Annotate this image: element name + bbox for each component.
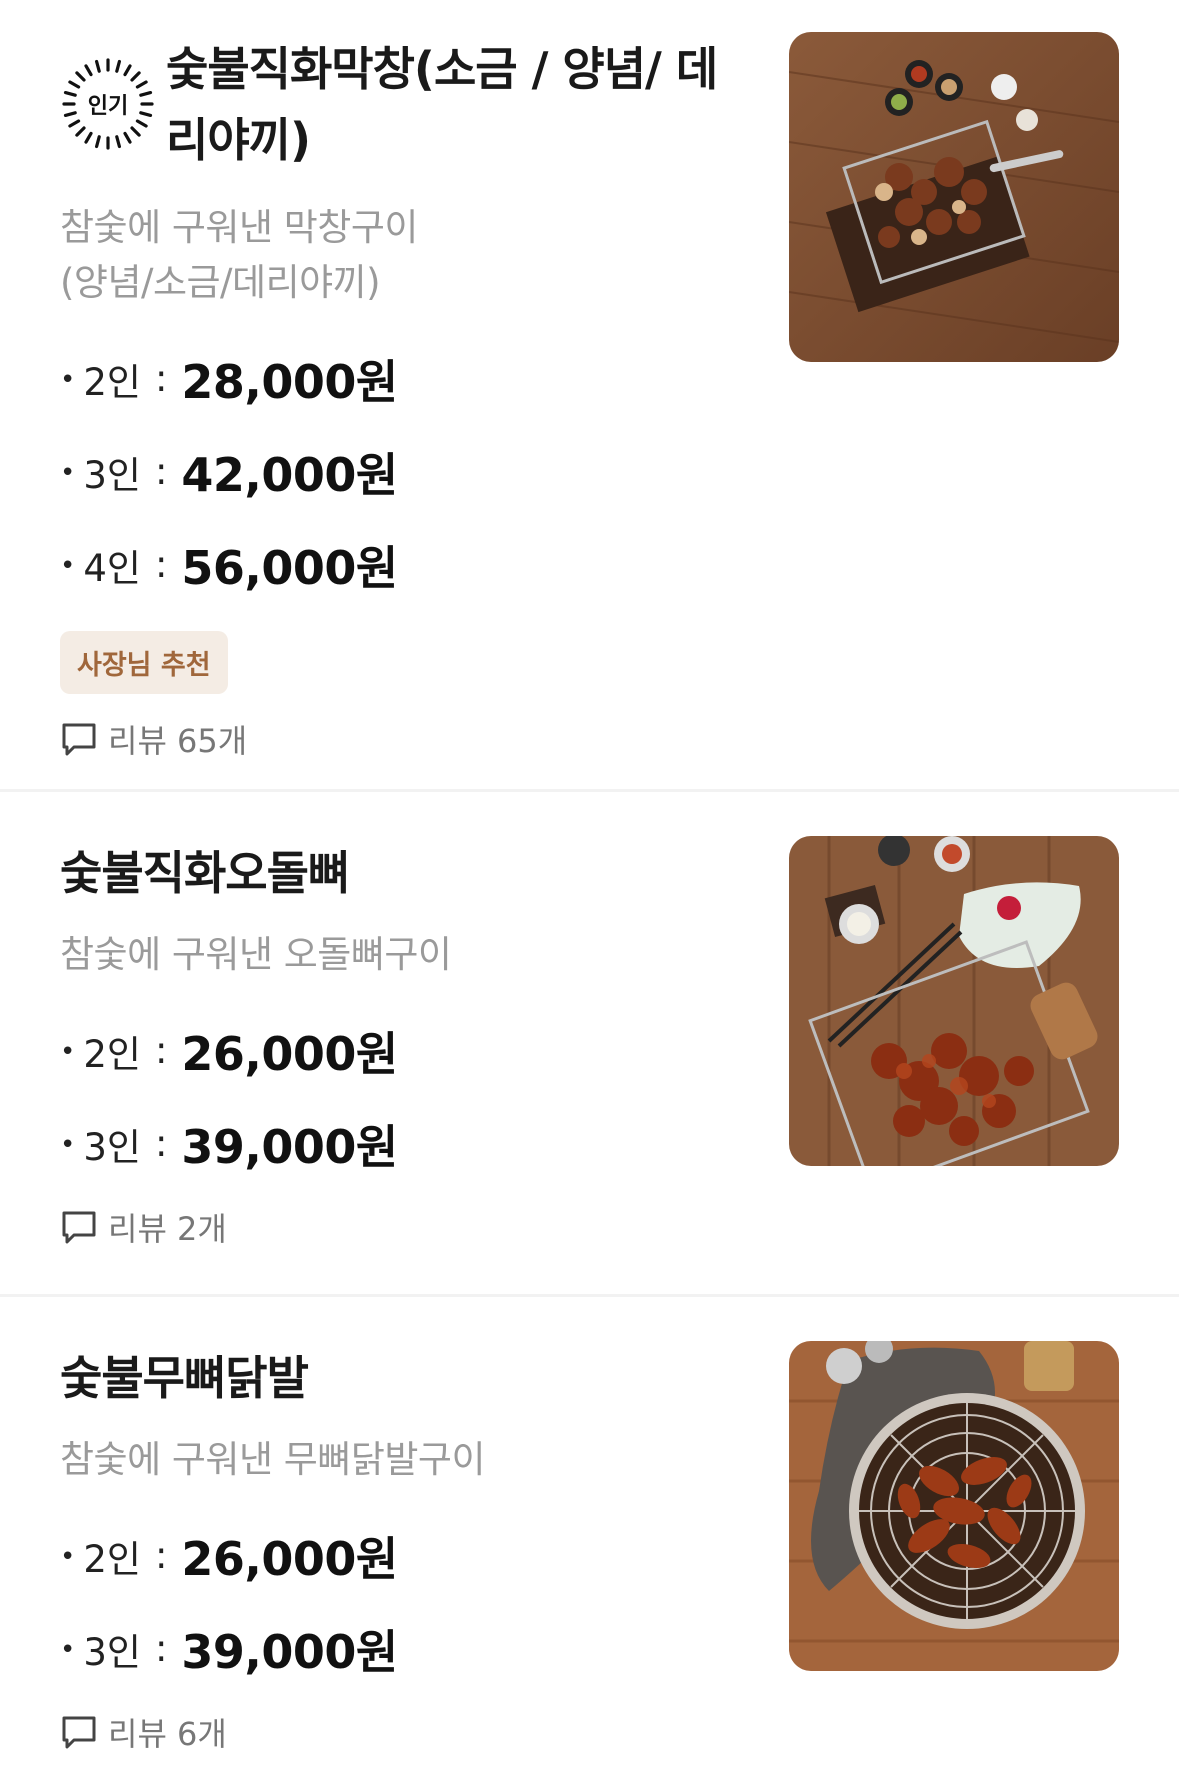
menu-item[interactable]: 인기 숯불직화막창(소금 / 양념/ 데리야끼) 참숯에 구워낸 막창구이 (양… — [0, 0, 1179, 792]
bullet: • — [60, 1036, 76, 1067]
people-count: 3인 — [83, 453, 141, 497]
grilled-odolbbyeo-photo — [789, 836, 1119, 1166]
price-value: 26,000원 — [181, 1531, 398, 1586]
bullet: • — [60, 364, 76, 395]
separator: : — [154, 450, 168, 493]
price-list: • 2인 : 26,000원 • 3인 : 39,000원 — [60, 1004, 740, 1190]
review-link[interactable]: 리뷰 2개 — [60, 1204, 740, 1250]
price-value: 42,000원 — [181, 447, 398, 502]
people-count: 3인 — [83, 1630, 141, 1674]
price-row: • 3인 : 39,000원 — [60, 1602, 740, 1695]
review-link[interactable]: 리뷰 65개 — [60, 716, 740, 762]
popular-badge-icon: 인기 — [60, 56, 156, 152]
people-count: 3인 — [83, 1125, 141, 1169]
price-list: • 2인 : 28,000원 • 3인 : 42,000원 • 4인 : 56,… — [60, 332, 740, 611]
price-row: • 2인 : 28,000원 — [60, 332, 740, 425]
price-row: • 4인 : 56,000원 — [60, 518, 740, 611]
menu-item-title: 숯불무뼈닭발 — [60, 1351, 309, 1405]
separator: : — [154, 1627, 168, 1670]
boneless-chicken-feet-photo — [789, 1341, 1119, 1671]
menu-item-photo[interactable] — [789, 836, 1119, 1166]
bullet: • — [60, 457, 76, 488]
price-list: • 2인 : 26,000원 • 3인 : 39,000원 — [60, 1509, 740, 1695]
review-count: 리뷰 65개 — [108, 722, 248, 760]
price-value: 39,000원 — [181, 1119, 398, 1174]
chat-bubble-icon — [62, 723, 96, 756]
owner-recommend-tag: 사장님 추천 — [60, 631, 228, 694]
chat-bubble-icon — [62, 1211, 96, 1244]
chat-bubble-icon — [62, 1716, 96, 1749]
price-value: 26,000원 — [181, 1026, 398, 1081]
price-value: 56,000원 — [181, 540, 398, 595]
title-row: 인기 숯불직화막창(소금 / 양념/ 데리야끼) — [60, 34, 740, 176]
bullet: • — [60, 1541, 76, 1572]
price-value: 28,000원 — [181, 354, 398, 409]
bullet: • — [60, 550, 76, 581]
menu-item[interactable]: 숯불직화오돌뼈 참숯에 구워낸 오돌뼈구이 • 2인 : 26,000원 • 3… — [0, 792, 1179, 1297]
review-count: 리뷰 2개 — [108, 1210, 227, 1248]
separator: : — [154, 543, 168, 586]
people-count: 2인 — [83, 1537, 141, 1581]
price-row: • 3인 : 39,000원 — [60, 1097, 740, 1190]
price-row: • 2인 : 26,000원 — [60, 1004, 740, 1097]
people-count: 2인 — [83, 1032, 141, 1076]
menu-item-description: 참숯에 구워낸 무뼈닭발구이 — [60, 1438, 486, 1481]
bullet: • — [60, 1129, 76, 1160]
menu-item-info: 숯불직화오돌뼈 참숯에 구워낸 오돌뼈구이 • 2인 : 26,000원 • 3… — [60, 838, 740, 1250]
separator: : — [154, 1534, 168, 1577]
grilled-makchang-photo — [789, 32, 1119, 362]
menu-item-description: 참숯에 구워낸 오돌뼈구이 — [60, 933, 452, 976]
separator: : — [154, 1029, 168, 1072]
menu-item-info: 인기 숯불직화막창(소금 / 양념/ 데리야끼) 참숯에 구워낸 막창구이 (양… — [60, 34, 740, 762]
menu-item-info: 숯불무뼈닭발 참숯에 구워낸 무뼈닭발구이 • 2인 : 26,000원 • 3… — [60, 1343, 740, 1755]
menu-item-description: 참숯에 구워낸 막창구이 (양념/소금/데리야끼) — [60, 206, 418, 304]
menu-item-photo[interactable] — [789, 1341, 1119, 1671]
price-value: 39,000원 — [181, 1624, 398, 1679]
menu-item[interactable]: 숯불무뼈닭발 참숯에 구워낸 무뼈닭발구이 • 2인 : 26,000원 • 3… — [0, 1297, 1179, 1787]
popular-badge-label: 인기 — [87, 94, 129, 119]
people-count: 2인 — [83, 360, 141, 404]
menu-item-photo[interactable] — [789, 32, 1119, 362]
bullet: • — [60, 1634, 76, 1665]
menu-item-title: 숯불직화오돌뼈 — [60, 846, 350, 900]
people-count: 4인 — [83, 546, 141, 590]
separator: : — [154, 1122, 168, 1165]
price-row: • 3인 : 42,000원 — [60, 425, 740, 518]
review-link[interactable]: 리뷰 6개 — [60, 1709, 740, 1755]
separator: : — [154, 357, 168, 400]
menu-list: 인기 숯불직화막창(소금 / 양념/ 데리야끼) 참숯에 구워낸 막창구이 (양… — [0, 0, 1179, 1787]
review-count: 리뷰 6개 — [108, 1715, 227, 1753]
price-row: • 2인 : 26,000원 — [60, 1509, 740, 1602]
menu-item-title: 숯불직화막창(소금 / 양념/ 데리야끼) — [166, 42, 718, 167]
